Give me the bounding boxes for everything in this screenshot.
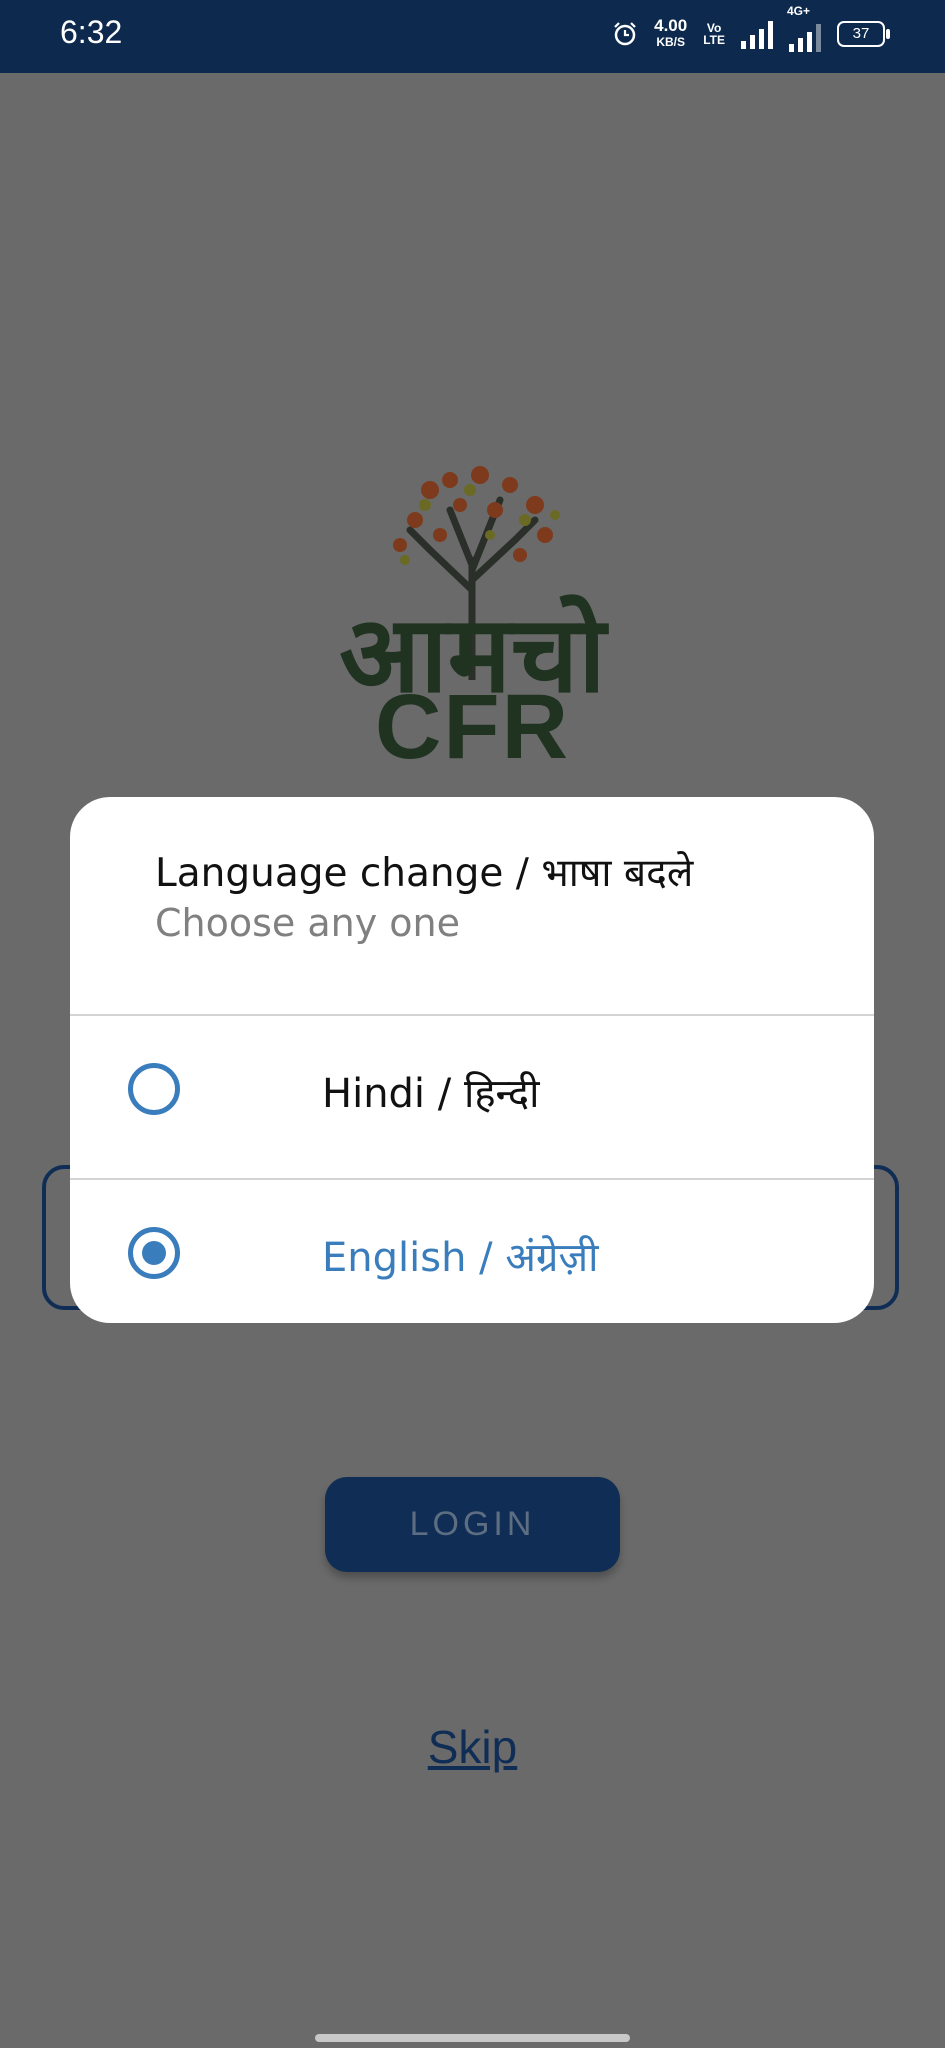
battery-level: 37 — [852, 25, 870, 42]
radio-checked-icon[interactable] — [128, 1227, 180, 1279]
status-icons: 4.00 KB/S Vo LTE 4G+ 37 — [612, 4, 890, 52]
alarm-icon — [614, 22, 636, 46]
volte-indicator: Vo LTE — [703, 22, 725, 46]
app-logo: आमचो CFR — [330, 450, 615, 778]
home-indicator[interactable] — [315, 2034, 630, 2042]
language-option-english[interactable]: English / अंग्रेज़ी — [70, 1180, 874, 1323]
option-label: English / अंग्रेज़ी — [322, 1235, 599, 1281]
login-button: LOGIN — [325, 1477, 620, 1572]
dialog-title: Language change / भाषा बदले — [155, 851, 694, 896]
signal-4g-icon: 4G+ — [787, 4, 821, 52]
network-speed: 4.00 KB/S — [654, 16, 688, 50]
logo-cfr-text: CFR — [374, 676, 571, 778]
language-dialog: Language change / भाषा बदले Choose any o… — [70, 797, 874, 1323]
status-bar: 6:32 4.00 KB/S Vo LTE 4G+ 37 — [0, 0, 945, 73]
status-time: 6:32 — [60, 14, 123, 50]
volte-bottom: LTE — [703, 33, 725, 47]
battery-icon: 37 — [837, 21, 890, 47]
option-label: Hindi / हिन्दी — [322, 1071, 540, 1117]
language-option-hindi[interactable]: Hindi / हिन्दी — [70, 1016, 874, 1178]
skip-link: Skip — [427, 1721, 518, 1773]
network-type: 4G+ — [787, 4, 811, 18]
signal-bars-icon — [741, 19, 773, 49]
network-speed-unit: KB/S — [656, 35, 685, 49]
dialog-subtitle: Choose any one — [155, 901, 461, 945]
radio-unchecked-icon[interactable] — [128, 1063, 180, 1115]
network-speed-value: 4.00 — [654, 16, 688, 35]
